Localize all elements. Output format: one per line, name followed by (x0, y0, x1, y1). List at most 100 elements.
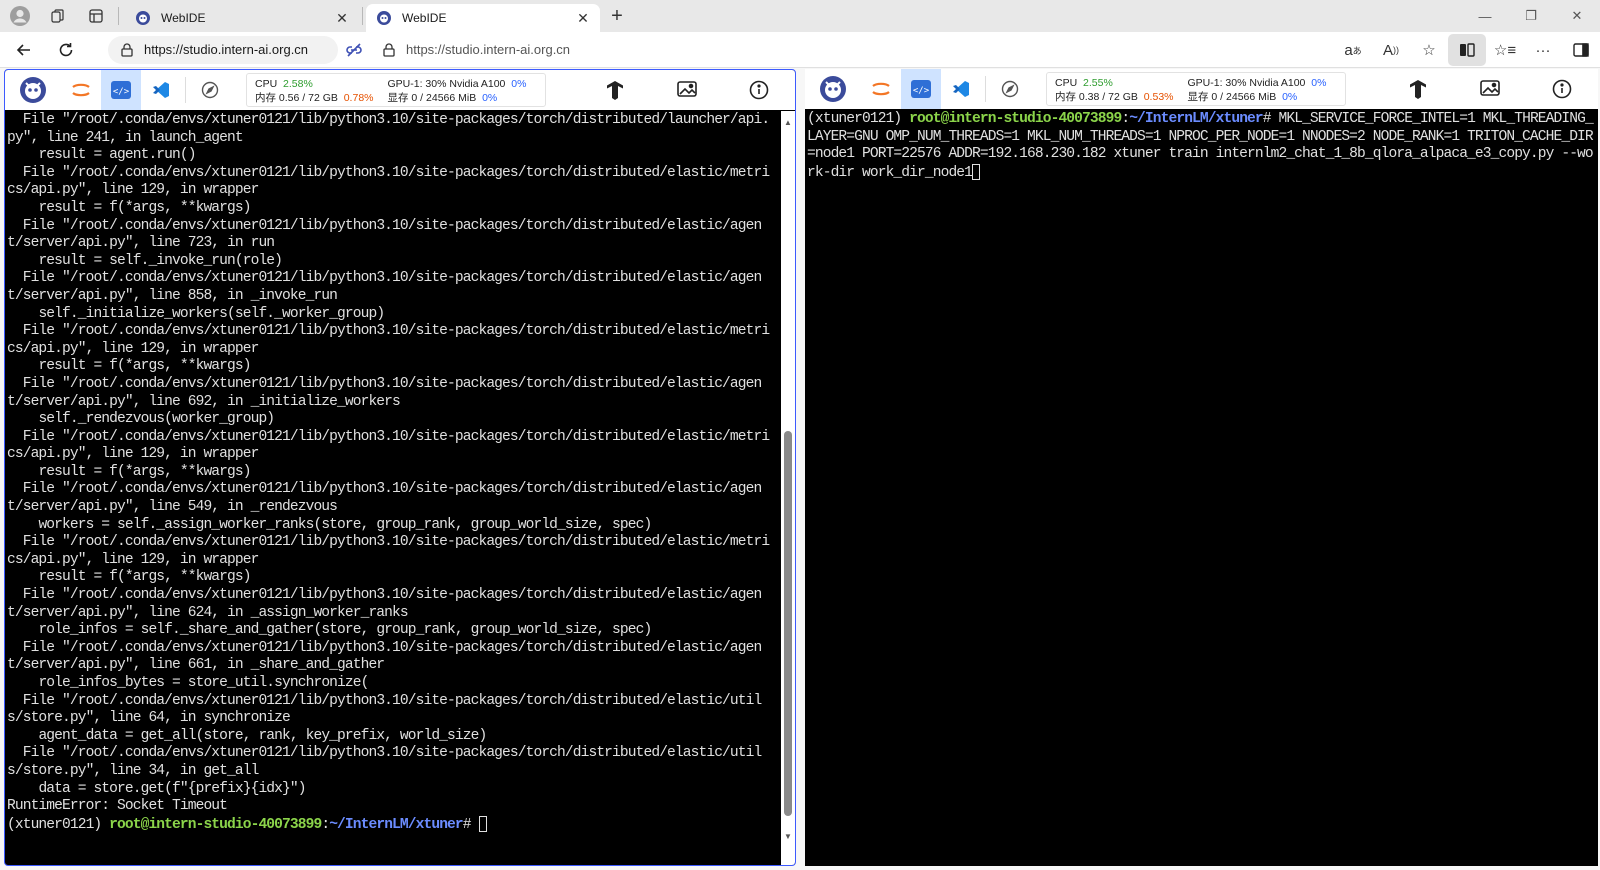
image-gallery-icon[interactable] (651, 70, 723, 110)
minimize-icon[interactable]: — (1462, 0, 1508, 32)
terminal-icon[interactable]: </> (901, 69, 941, 109)
svg-text:</>: </> (113, 87, 130, 97)
terminal-output[interactable]: (xtuner0121) root@intern-studio-40073899… (805, 110, 1598, 866)
tab-separator (362, 7, 363, 25)
cpu-value: 2.58% (283, 78, 313, 90)
split-screen-icon[interactable] (1448, 34, 1486, 66)
terminal-line: File "/root/.conda/envs/xtuner0121/lib/p… (7, 428, 770, 463)
terminal-line: self._initialize_workers(self._worker_gr… (7, 305, 385, 322)
scroll-up-icon[interactable]: ▲ (781, 115, 795, 129)
intern-logo-icon[interactable] (805, 69, 861, 109)
cpu-value: 2.55% (1083, 77, 1113, 89)
address-field-left[interactable]: https://studio.intern-ai.org.cn (108, 35, 338, 64)
terminal-line: File "/root/.conda/envs/xtuner0121/lib/p… (7, 481, 762, 516)
mem-label: 内存 0.38 / 72 GB (1055, 91, 1138, 103)
cpu-label: CPU (1055, 77, 1078, 89)
resource-monitor: CPU 2.55% 内存 0.38 / 72 GB 0.53% GPU-1: 3… (1046, 72, 1346, 106)
back-icon[interactable] (6, 34, 42, 66)
prompt-user-host: root@intern-studio-40073899 (909, 111, 1122, 127)
cpu-label: CPU (255, 78, 278, 90)
intern-logo-icon[interactable] (5, 70, 61, 110)
terminal-line: File "/root/.conda/envs/xtuner0121/lib/p… (7, 639, 762, 674)
sidebar-icon[interactable] (1562, 34, 1600, 66)
vram-value: 0% (1282, 91, 1298, 103)
star-icon[interactable]: ☆ (1410, 34, 1448, 66)
url-text: https://studio.intern-ai.org.cn (144, 42, 309, 57)
jupyter-icon[interactable] (861, 69, 901, 109)
terminal-line: result = f(*args, **kwargs) (7, 358, 251, 375)
address-field-right[interactable]: https://studio.intern-ai.org.cn (370, 35, 1238, 64)
read-aloud-icon[interactable]: A)) (1372, 34, 1410, 66)
webide-favicon-icon (377, 11, 391, 25)
resource-monitor: CPU 2.58% 内存 0.56 / 72 GB 0.78% GPU-1: 3… (246, 73, 546, 107)
compass-icon[interactable] (190, 70, 230, 110)
info-icon[interactable] (723, 70, 795, 110)
tab-actions-icon[interactable] (80, 0, 112, 32)
tab-strip: WebIDE ✕ WebIDE ✕ + — ❐ ✕ (0, 0, 1600, 32)
terminal-scrollbar[interactable]: ▲ ▼ (781, 111, 795, 865)
terminal-line: workers = self._assign_worker_ranks(stor… (7, 516, 652, 533)
terminal-line: data = store.get(f"{prefix}{idx}") (7, 780, 306, 797)
terminal-line: result = agent.run() (7, 147, 196, 164)
scroll-down-icon[interactable]: ▼ (781, 829, 795, 843)
terminal-cursor (478, 815, 487, 832)
restore-icon[interactable]: ❐ (1508, 0, 1554, 32)
webide-toolbar: </> CPU 2.55% 内存 0.38 / 72 GB 0.53% GPU-… (805, 69, 1598, 109)
close-tab-icon[interactable]: ✕ (574, 9, 592, 27)
prompt-path: ~/InternLM/xtuner (329, 816, 463, 833)
terminal-line: result = f(*args, **kwargs) (7, 199, 251, 216)
window-controls: — ❐ ✕ (1462, 0, 1600, 32)
prompt-user-host: root@intern-studio-40073899 (109, 816, 322, 833)
prompt-separator: : (321, 816, 330, 833)
new-tab-button[interactable]: + (600, 0, 634, 32)
terminal-output[interactable]: File "/root/.conda/envs/xtuner0121/lib/p… (5, 111, 779, 865)
toolbar-separator (185, 77, 186, 103)
terminal-line: File "/root/.conda/envs/xtuner0121/lib/p… (7, 375, 762, 410)
webide-toolbar: </> CPU 2.58% 内存 0.56 / 72 GB 0.78% GPU-… (5, 70, 795, 110)
prompt-suffix: # (1262, 111, 1279, 127)
terminal-line: File "/root/.conda/envs/xtuner0121/lib/p… (7, 217, 762, 252)
url-text: https://studio.intern-ai.org.cn (406, 42, 571, 57)
jupyter-icon[interactable] (61, 70, 101, 110)
terminal-cursor (972, 163, 981, 180)
tab-webide-2[interactable]: WebIDE ✕ (366, 4, 600, 32)
vscode-icon[interactable] (141, 70, 181, 110)
vscode-icon[interactable] (941, 69, 981, 109)
tab-webide-1[interactable]: WebIDE ✕ (125, 4, 359, 32)
prompt-separator: : (1121, 111, 1130, 127)
terminal-line: File "/root/.conda/envs/xtuner0121/lib/p… (7, 587, 762, 621)
tensorflow-icon[interactable] (579, 70, 651, 110)
refresh-icon[interactable] (48, 34, 84, 66)
vram-row: 显存 0 / 24566 MiB 0% (1188, 90, 1327, 104)
more-icon[interactable]: ··· (1524, 34, 1562, 66)
gpu-row: GPU-1: 30% Nvidia A100 0% (388, 77, 527, 91)
lock-icon (378, 42, 400, 57)
mem-value: 0.53% (1143, 91, 1174, 103)
tab-title: WebIDE (161, 11, 206, 25)
terminal-line: role_infos = self._share_and_gather(stor… (7, 622, 652, 639)
profile-icon[interactable] (4, 0, 36, 32)
prompt-path: ~/InternLM/xtuner (1129, 111, 1263, 127)
tensorflow-icon[interactable] (1382, 69, 1454, 109)
cpu-row: CPU 2.58% (255, 77, 374, 91)
info-icon[interactable] (1526, 69, 1598, 109)
translate-icon[interactable]: aあ (1334, 34, 1372, 66)
terminal-line: File "/root/.conda/envs/xtuner0121/lib/p… (7, 323, 770, 357)
split-screen-link-icon[interactable] (338, 36, 370, 64)
scrollbar-thumb[interactable] (784, 431, 792, 816)
gpu-row: GPU-1: 30% Nvidia A100 0% (1188, 76, 1327, 90)
svg-text:</>: </> (913, 86, 930, 96)
compass-icon[interactable] (990, 69, 1030, 109)
prompt-env: (xtuner0121) (7, 816, 110, 833)
terminal-line: File "/root/.conda/envs/xtuner0121/lib/p… (7, 164, 770, 199)
workspaces-icon[interactable] (42, 0, 74, 32)
lock-icon (116, 42, 138, 57)
collections-icon[interactable]: ☆≡ (1486, 34, 1524, 66)
close-tab-icon[interactable]: ✕ (333, 9, 351, 27)
terminal-line: self._rendezvous(worker_group) (7, 411, 275, 428)
gpu-label: GPU-1: 30% Nvidia A100 (387, 78, 506, 90)
vram-row: 显存 0 / 24566 MiB 0% (388, 91, 527, 105)
image-gallery-icon[interactable] (1454, 69, 1526, 109)
close-window-icon[interactable]: ✕ (1554, 0, 1600, 32)
terminal-icon[interactable]: </> (101, 70, 141, 110)
